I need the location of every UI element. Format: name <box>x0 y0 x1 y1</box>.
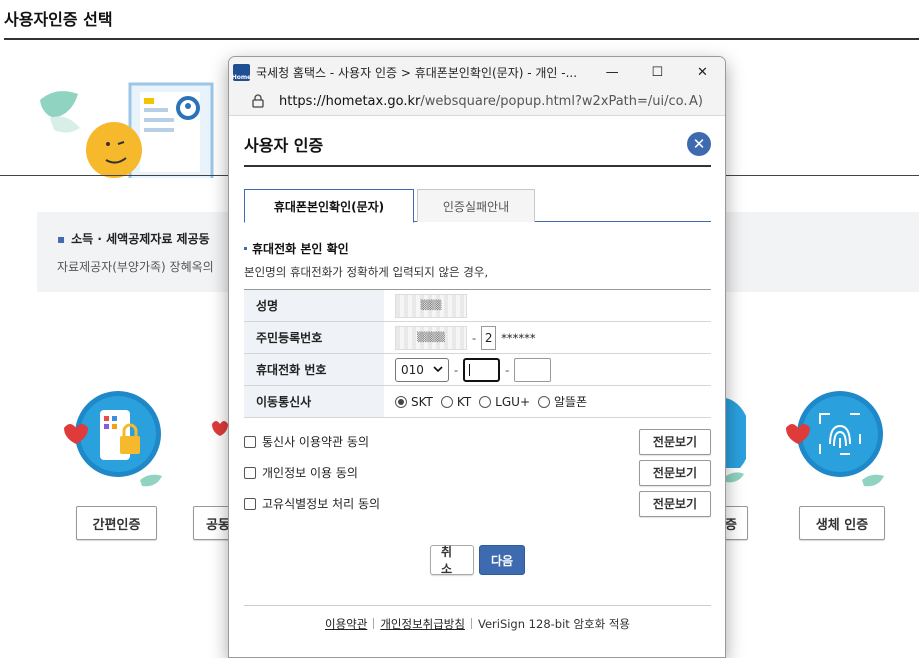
url-text[interactable]: https://hometax.go.kr/websquare/popup.ht… <box>279 94 689 109</box>
dialog-header: 사용자 인증 ✕ <box>244 119 711 167</box>
terms-link[interactable]: 이용약관 <box>325 616 367 632</box>
address-bar[interactable]: https://hometax.go.kr/websquare/popup.ht… <box>229 87 725 116</box>
carrier-radio-skt[interactable]: SKT <box>395 395 433 409</box>
next-button[interactable]: 다음 <box>479 545 525 575</box>
bio-auth-button[interactable]: 생체 인증 <box>799 506 885 540</box>
bullet-icon <box>244 247 247 250</box>
name-row: 성명 ▒▒▒ <box>244 290 711 322</box>
lock-icon[interactable] <box>247 94 269 108</box>
telecom-terms-checkbox[interactable]: 통신사 이용약관 동의 <box>244 433 369 450</box>
dialog-content: 사용자 인증 ✕ 휴대폰본인확인(문자) 인증실패안내 휴대전화 본인 확인 본… <box>244 119 711 641</box>
tab-bar: 휴대폰본인확인(문자) 인증실패안내 <box>244 189 711 223</box>
carrier-radio-kt[interactable]: KT <box>440 395 471 409</box>
agreement-item: 통신사 이용약관 동의 전문보기 <box>244 426 711 457</box>
footer-divider <box>470 618 472 629</box>
dialog-footer: 이용약관 개인정보취급방침 VeriSign 128-bit 암호화 적용 <box>244 605 711 641</box>
notice-title: ▪ 소득 · 세액공제자료 제공동 <box>57 232 210 246</box>
minimize-button[interactable]: — <box>590 57 635 87</box>
rrn-label: 주민등록번호 <box>244 322 384 353</box>
fingerprint-icon <box>786 391 884 487</box>
tab-phone-verification[interactable]: 휴대폰본인확인(문자) <box>244 189 414 223</box>
section-description: 본인명의 휴대전화가 정확하게 입력되지 않은 경우, <box>244 265 489 279</box>
section-title: 휴대전화 본인 확인 <box>244 240 711 257</box>
rrn-front-field[interactable]: ▒▒▒▒ <box>395 325 467 350</box>
phone-prefix-select[interactable]: 010 <box>395 357 449 382</box>
privacy-use-view-button[interactable]: 전문보기 <box>639 459 711 486</box>
certificate-illustration <box>40 82 214 178</box>
notice-text: 자료제공자(부양가족) 장혜옥의 <box>57 260 214 274</box>
dialog-close-icon[interactable]: ✕ <box>687 132 711 156</box>
cancel-button[interactable]: 취소 <box>430 545 474 576</box>
carrier-radio-lgu[interactable]: LGU+ <box>479 395 530 409</box>
name-field[interactable]: ▒▒▒ <box>395 293 467 318</box>
telecom-terms-view-button[interactable]: 전문보기 <box>639 428 711 455</box>
verification-form: 성명 ▒▒▒ 주민등록번호 ▒▒▒▒ - 2 ****** 휴대전화 번호 01… <box>244 289 711 418</box>
agreements-list: 통신사 이용약관 동의 전문보기 개인정보 이용 동의 전문보기 고유식별정보 … <box>244 426 711 519</box>
carrier-row: 이동통신사 SKT KT LGU+ 알뜰폰 <box>244 386 711 418</box>
carrier-label: 이동통신사 <box>244 386 384 417</box>
read-aloud-icon[interactable]: A) <box>689 94 703 109</box>
rrn-back-field[interactable]: 2 <box>481 325 497 350</box>
unique-id-view-button[interactable]: 전문보기 <box>639 490 711 517</box>
carrier-radio-mvno[interactable]: 알뜰폰 <box>538 393 587 410</box>
simple-auth-button[interactable]: 간편인증 <box>76 506 157 540</box>
agreement-item: 고유식별정보 처리 동의 전문보기 <box>244 488 711 519</box>
privacy-use-checkbox[interactable]: 개인정보 이용 동의 <box>244 464 358 481</box>
window-titlebar: Home 국세청 홈택스 - 사용자 인증 > 휴대폰본인확인(문자) - 개인… <box>229 57 725 87</box>
window-close-button[interactable]: ✕ <box>680 57 725 87</box>
rrn-row: 주민등록번호 ▒▒▒▒ - 2 ****** <box>244 322 711 354</box>
page-title: 사용자인증 선택 <box>4 10 113 29</box>
dialog-title: 사용자 인증 <box>244 136 324 155</box>
window-title: 국세청 홈택스 - 사용자 인증 > 휴대폰본인확인(문자) - 개인 -... <box>256 65 578 80</box>
other-auth-icon <box>726 398 746 483</box>
title-divider <box>4 38 919 40</box>
agreement-item: 개인정보 이용 동의 전문보기 <box>244 457 711 488</box>
phone-middle-field[interactable] <box>463 357 501 382</box>
tab-auth-failure-guide[interactable]: 인증실패안내 <box>417 189 535 222</box>
maximize-button[interactable]: ☐ <box>635 57 680 87</box>
popup-window: Home 국세청 홈택스 - 사용자 인증 > 휴대폰본인확인(문자) - 개인… <box>228 56 726 658</box>
certificate-auth-icon <box>212 421 228 436</box>
privacy-policy-link[interactable]: 개인정보취급방침 <box>380 616 465 632</box>
footer-divider <box>373 618 375 629</box>
action-buttons: 취소 다음 <box>244 545 711 576</box>
phone-label: 휴대전화 번호 <box>244 354 384 385</box>
simple-auth-icon <box>64 391 162 487</box>
rrn-mask: ****** <box>501 330 536 345</box>
security-note: VeriSign 128-bit 암호화 적용 <box>477 616 630 631</box>
phone-last-field[interactable] <box>514 357 552 382</box>
hometax-favicon-icon: Home <box>232 63 251 81</box>
name-label: 성명 <box>244 290 384 321</box>
phone-row: 휴대전화 번호 010 - - <box>244 354 711 386</box>
chevron-down-icon <box>433 366 443 373</box>
unique-id-checkbox[interactable]: 고유식별정보 처리 동의 <box>244 495 380 512</box>
